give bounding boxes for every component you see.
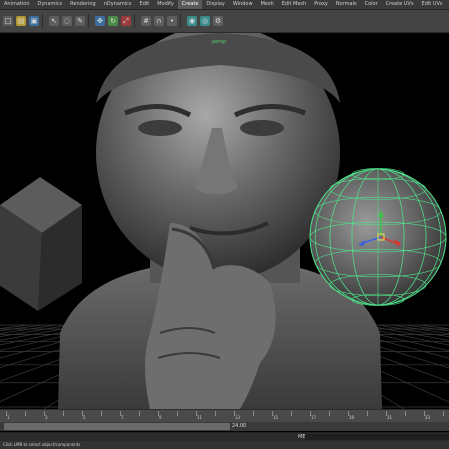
timeline-tick xyxy=(253,411,254,416)
toolbar-separator xyxy=(180,14,181,28)
move-tool-icon[interactable]: ✥ xyxy=(95,16,105,26)
camera-name-label: persp xyxy=(212,39,227,45)
menu-item-rendering[interactable]: Rendering xyxy=(66,0,100,9)
command-line: MEL xyxy=(0,432,449,441)
timeline-tick-label: 17 xyxy=(311,415,317,420)
menu-item-edit-mesh[interactable]: Edit Mesh xyxy=(278,0,310,9)
timeline-tick-label: 9 xyxy=(159,415,162,420)
timeline-tick-label: 1 xyxy=(7,415,10,420)
menu-item-dynamics[interactable]: Dynamics xyxy=(34,0,67,9)
render-icon[interactable]: ◉ xyxy=(187,16,197,26)
timeline-tick xyxy=(329,411,330,416)
timeline-tick xyxy=(443,411,444,416)
timeline-tick-label: 19 xyxy=(349,415,355,420)
select-tool-icon[interactable]: ↖ xyxy=(49,16,59,26)
timeline-tick xyxy=(101,411,102,416)
maya-window: Animation Dynamics Rendering nDynamics Edit M… xyxy=(0,0,449,449)
timeline-tick xyxy=(215,411,216,416)
timeline-tick xyxy=(25,411,26,416)
timeline-tick-label: 3 xyxy=(45,415,48,420)
menu-item-proxy[interactable]: Proxy xyxy=(310,0,332,9)
save-scene-icon[interactable]: ▣ xyxy=(29,16,39,26)
timeline-tick xyxy=(291,411,292,416)
snap-point-icon[interactable]: • xyxy=(167,16,177,26)
timeline-tick xyxy=(177,411,178,416)
menu-item-display[interactable]: Display xyxy=(202,0,228,9)
lasso-tool-icon[interactable]: ◌ xyxy=(62,16,72,26)
timeline-tick-label: 15 xyxy=(273,415,279,420)
timeline-tick-label: 23 xyxy=(425,415,431,420)
menu-item-window[interactable]: Window xyxy=(229,0,257,9)
toolbar-separator xyxy=(134,14,135,28)
range-slider-handle[interactable] xyxy=(4,423,230,430)
time-slider[interactable]: 1 3 5 7 9 11 13 15 17 19 21 23 xyxy=(0,409,449,422)
snap-grid-icon[interactable]: # xyxy=(141,16,151,26)
scale-tool-icon[interactable]: ⤢ xyxy=(121,16,131,26)
open-scene-icon[interactable]: ▤ xyxy=(16,16,26,26)
menu-item-mesh[interactable]: Mesh xyxy=(257,0,278,9)
rotate-tool-icon[interactable]: ↻ xyxy=(108,16,118,26)
timeline-tick-label: 13 xyxy=(235,415,241,420)
timeline-tick xyxy=(405,411,406,416)
menu-item-edit[interactable]: Edit xyxy=(136,0,154,9)
menu-item-color[interactable]: Color xyxy=(361,0,382,9)
render-settings-icon[interactable]: ⚙ xyxy=(213,16,223,26)
timeline-tick xyxy=(139,411,140,416)
ipr-render-icon[interactable]: ◎ xyxy=(200,16,210,26)
menu-item-create[interactable]: Create xyxy=(177,0,203,9)
timeline-tick xyxy=(63,411,64,416)
status-line-toolbar: □ ▤ ▣ ↖ ◌ ✎ ✥ ↻ ⤢ # ∩ • ◉ ◎ ⚙ xyxy=(0,10,449,33)
range-slider-bar: 24.00 xyxy=(0,422,449,431)
timeline-tick-label: 21 xyxy=(387,415,393,420)
toolbar-separator xyxy=(42,14,43,28)
menu-item-animation[interactable]: Animation xyxy=(0,0,34,9)
menu-bar: Animation Dynamics Rendering nDynamics Edit M… xyxy=(0,0,449,10)
snap-curve-icon[interactable]: ∩ xyxy=(154,16,164,26)
timeline-tick-label: 11 xyxy=(197,415,203,420)
help-line: Click LMB to select object/components xyxy=(0,441,449,449)
cube-mesh[interactable] xyxy=(0,177,82,311)
viewport-canvas[interactable] xyxy=(0,33,449,409)
timeline-tick-label: 5 xyxy=(83,415,86,420)
perspective-viewport[interactable]: persp xyxy=(0,33,449,409)
range-end-field[interactable]: 24.00 xyxy=(232,423,246,429)
menu-item-normals[interactable]: Normals xyxy=(332,0,361,9)
toolbar-separator xyxy=(88,14,89,28)
menu-item-create-uvs[interactable]: Create UVs xyxy=(382,0,418,9)
timeline-tick-label: 7 xyxy=(121,415,124,420)
mel-command-input[interactable] xyxy=(305,434,449,440)
menu-item-modify[interactable]: Modify xyxy=(153,0,178,9)
timeline-tick xyxy=(367,411,368,416)
paint-select-icon[interactable]: ✎ xyxy=(75,16,85,26)
help-line-text: Click LMB to select object/components xyxy=(3,442,81,447)
new-scene-icon[interactable]: □ xyxy=(3,16,13,26)
menu-item-edit-uvs[interactable]: Edit UVs xyxy=(418,0,447,9)
menu-item-ndynamics[interactable]: nDynamics xyxy=(100,0,136,9)
